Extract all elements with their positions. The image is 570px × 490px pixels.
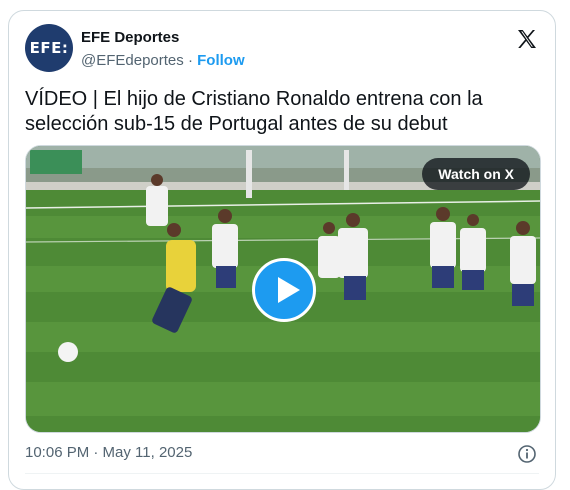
follow-button[interactable]: Follow <box>197 52 245 69</box>
divider <box>25 473 539 474</box>
account-name[interactable]: EFE Deportes <box>81 29 179 46</box>
account-handle[interactable]: @EFEdeportes <box>81 52 184 69</box>
info-icon[interactable] <box>517 444 537 464</box>
avatar-label: EFE: <box>29 39 69 57</box>
video-player[interactable]: Watch on X <box>25 145 541 433</box>
watch-on-x-button[interactable]: Watch on X <box>422 158 530 190</box>
x-logo-icon[interactable] <box>515 27 539 51</box>
separator: · <box>187 52 193 69</box>
avatar[interactable]: EFE: <box>25 24 73 72</box>
tweet-timestamp[interactable]: 10:06 PM · May 11, 2025 <box>25 444 192 461</box>
tweet-card[interactable]: EFE: EFE Deportes @EFEdeportes · Follow … <box>8 10 556 490</box>
handle-row: @EFEdeportes · Follow <box>81 52 245 69</box>
tweet-text: VÍDEO | El hijo de Cristiano Ronaldo ent… <box>25 88 483 135</box>
play-icon[interactable] <box>252 258 316 322</box>
